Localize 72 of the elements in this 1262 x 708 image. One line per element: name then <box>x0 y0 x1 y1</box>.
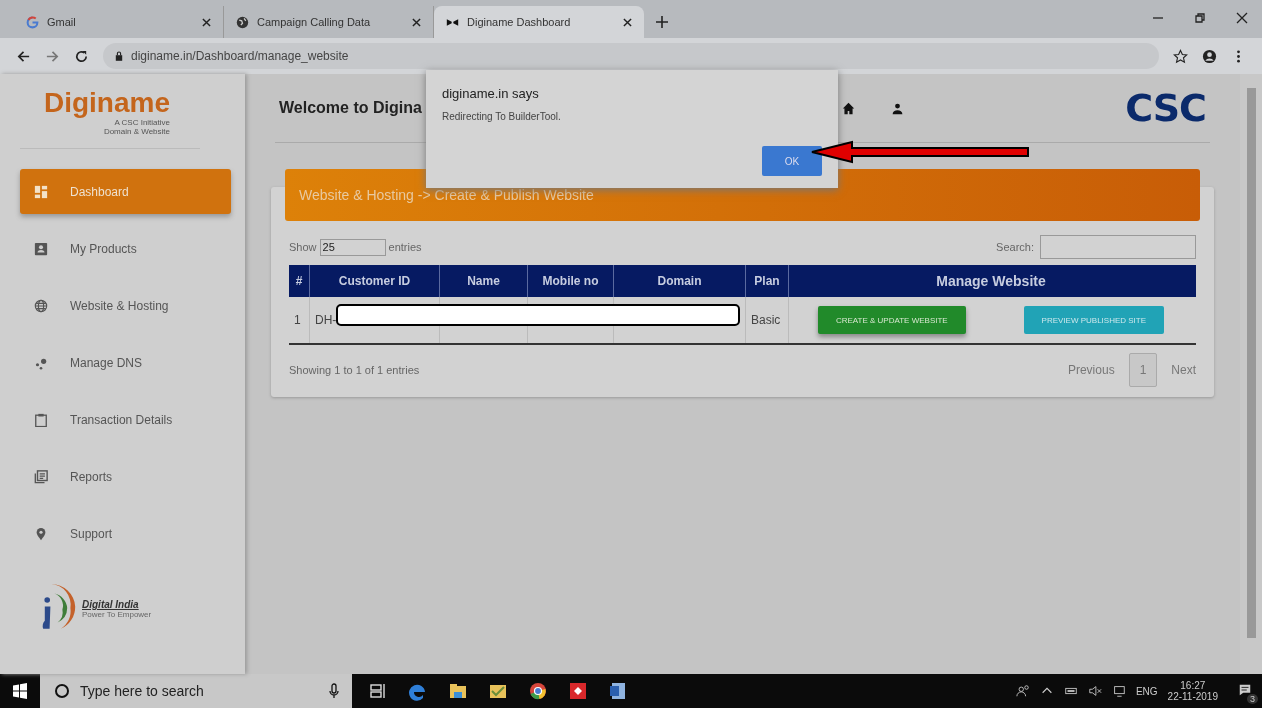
document-app-icon[interactable] <box>608 681 628 701</box>
dashboard-icon <box>34 184 48 199</box>
start-icon[interactable] <box>12 683 28 699</box>
globe-icon <box>236 15 249 29</box>
taskbar-search-field[interactable]: Type here to search <box>40 674 352 708</box>
sidebar-item[interactable]: Support <box>20 511 231 556</box>
create-website-button[interactable]: CREATE & UPDATE WEBSITE <box>817 306 966 334</box>
close-icon[interactable] <box>1236 12 1248 24</box>
notification-count: 3 <box>1247 694 1258 704</box>
language-indicator[interactable]: ENG <box>1135 685 1158 697</box>
column-header[interactable]: Mobile no <box>528 265 614 297</box>
column-header[interactable]: Plan <box>746 265 789 297</box>
sidebar-item[interactable]: Manage DNS <box>20 340 231 385</box>
document-icon <box>34 469 48 484</box>
browser-tab[interactable]: Diginame Dashboard <box>434 6 644 38</box>
notification-icon[interactable] <box>1238 683 1252 697</box>
entries-label: entries <box>388 241 422 253</box>
volume-muted-icon[interactable] <box>1087 684 1102 698</box>
table-info: Showing 1 to 1 of 1 entries <box>289 364 420 376</box>
taskview-icon[interactable] <box>368 681 388 701</box>
globe-icon <box>34 298 48 313</box>
dialog-title: diginame.in says <box>442 86 540 101</box>
brand-tagline: A CSC Initiative <box>114 118 170 127</box>
files-icon[interactable] <box>448 681 468 701</box>
id-card-icon <box>34 241 48 256</box>
restore-icon[interactable] <box>1194 12 1206 24</box>
column-header[interactable]: Customer ID <box>310 265 440 297</box>
brand-logo: Diginame <box>43 88 170 118</box>
lock-icon <box>115 51 123 61</box>
csc-logo: CSC <box>1125 86 1206 130</box>
chrome-icon[interactable] <box>528 681 548 701</box>
search-label: Search: <box>996 241 1034 253</box>
table-cell: 1 <box>289 297 310 343</box>
digital-india-tagline: Power To Empower <box>82 610 152 619</box>
sidebar-item[interactable]: Reports <box>20 454 231 499</box>
column-header[interactable]: Name <box>440 265 528 297</box>
sidebar-item[interactable]: Transaction Details <box>20 397 231 442</box>
search-field[interactable] <box>1040 235 1196 259</box>
close-icon[interactable] <box>202 17 211 27</box>
digital-india-title: Digital India <box>82 599 140 610</box>
g-favicon-icon <box>26 15 39 29</box>
column-header[interactable]: Domain <box>614 265 746 297</box>
table-cell: Basic <box>746 297 789 343</box>
user-icon[interactable] <box>890 101 904 115</box>
diamond-app-icon[interactable] <box>568 681 588 701</box>
page-size-field[interactable]: 25 <box>319 238 386 256</box>
column-header[interactable]: Manage Website <box>789 265 1193 297</box>
clock-date[interactable]: 22-11-2019 <box>1167 691 1218 702</box>
clock-time[interactable]: 16:27 <box>1180 680 1206 691</box>
new-tab-icon[interactable] <box>656 16 668 28</box>
home-icon[interactable] <box>841 101 855 115</box>
scrollbar[interactable] <box>1240 74 1262 674</box>
people-icon[interactable] <box>1015 684 1030 698</box>
reload-icon[interactable] <box>74 48 89 64</box>
microphone-icon[interactable] <box>326 683 342 699</box>
star-icon[interactable] <box>1173 48 1188 64</box>
brand-subtitle: Domain & Website <box>103 127 170 136</box>
close-icon[interactable] <box>412 17 421 27</box>
column-header[interactable]: # <box>289 265 310 297</box>
page-title: Welcome to Digina <box>279 99 422 117</box>
sidebar-item[interactable]: My Products <box>20 226 231 271</box>
cortana-icon <box>54 683 70 699</box>
profile-icon[interactable] <box>1202 48 1217 64</box>
close-icon[interactable] <box>623 17 632 27</box>
address-field[interactable]: diginame.in/Dashboard/manage_website <box>103 43 1159 69</box>
network-icon[interactable] <box>1111 684 1126 698</box>
ok-button[interactable]: OK <box>762 146 822 176</box>
clipboard-icon <box>34 412 48 427</box>
dialog-message: Redirecting To BuilderTool. <box>442 111 562 122</box>
sidebar-item[interactable]: Website & Hosting <box>20 283 231 328</box>
show-label: Show <box>289 241 317 253</box>
location-pin-icon <box>34 526 48 541</box>
